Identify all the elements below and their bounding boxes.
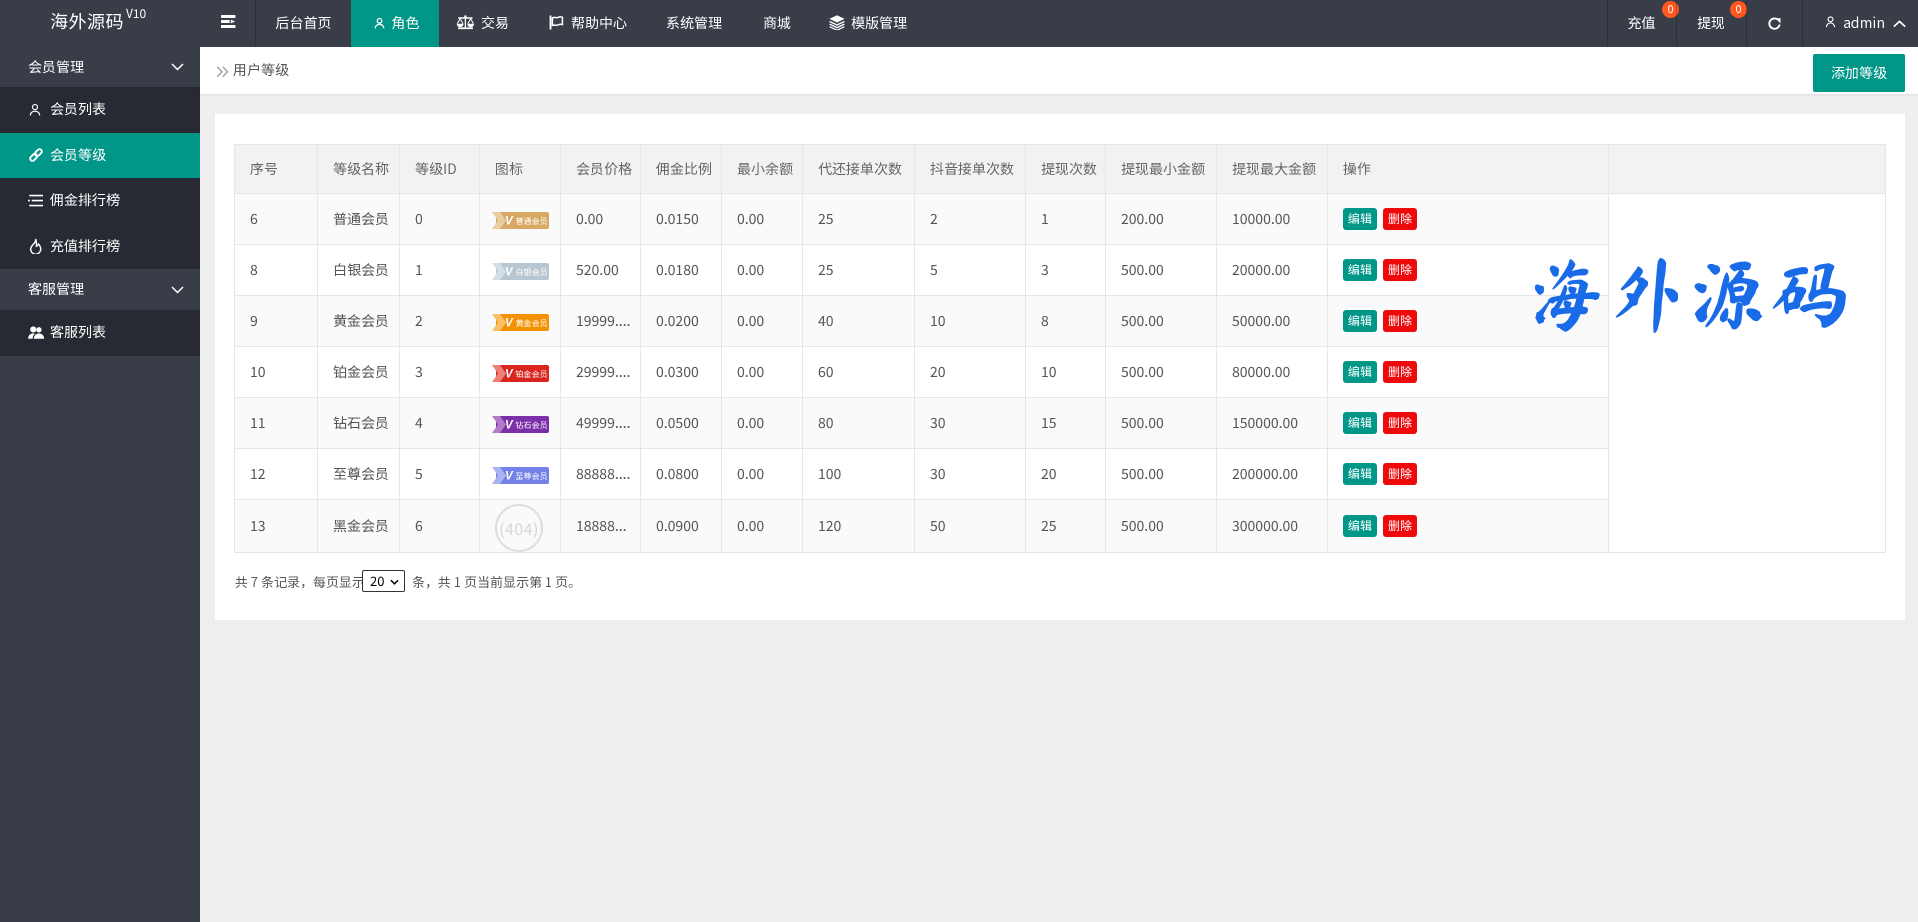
svg-text:V: V xyxy=(505,419,514,431)
svg-text:V: V xyxy=(505,215,514,227)
svg-text:至尊会员: 至尊会员 xyxy=(516,471,548,482)
svg-text:V: V xyxy=(505,317,514,329)
svg-text:V: V xyxy=(505,368,514,380)
svg-text:白银会员: 白银会员 xyxy=(516,267,548,278)
svg-text:黄金会员: 黄金会员 xyxy=(516,318,548,329)
svg-text:铂金会员: 铂金会员 xyxy=(515,369,548,380)
svg-text:V: V xyxy=(505,266,514,278)
svg-text:V: V xyxy=(505,470,514,482)
svg-text:钻石会员: 钻石会员 xyxy=(515,420,548,431)
svg-text:普通会员: 普通会员 xyxy=(516,216,548,227)
